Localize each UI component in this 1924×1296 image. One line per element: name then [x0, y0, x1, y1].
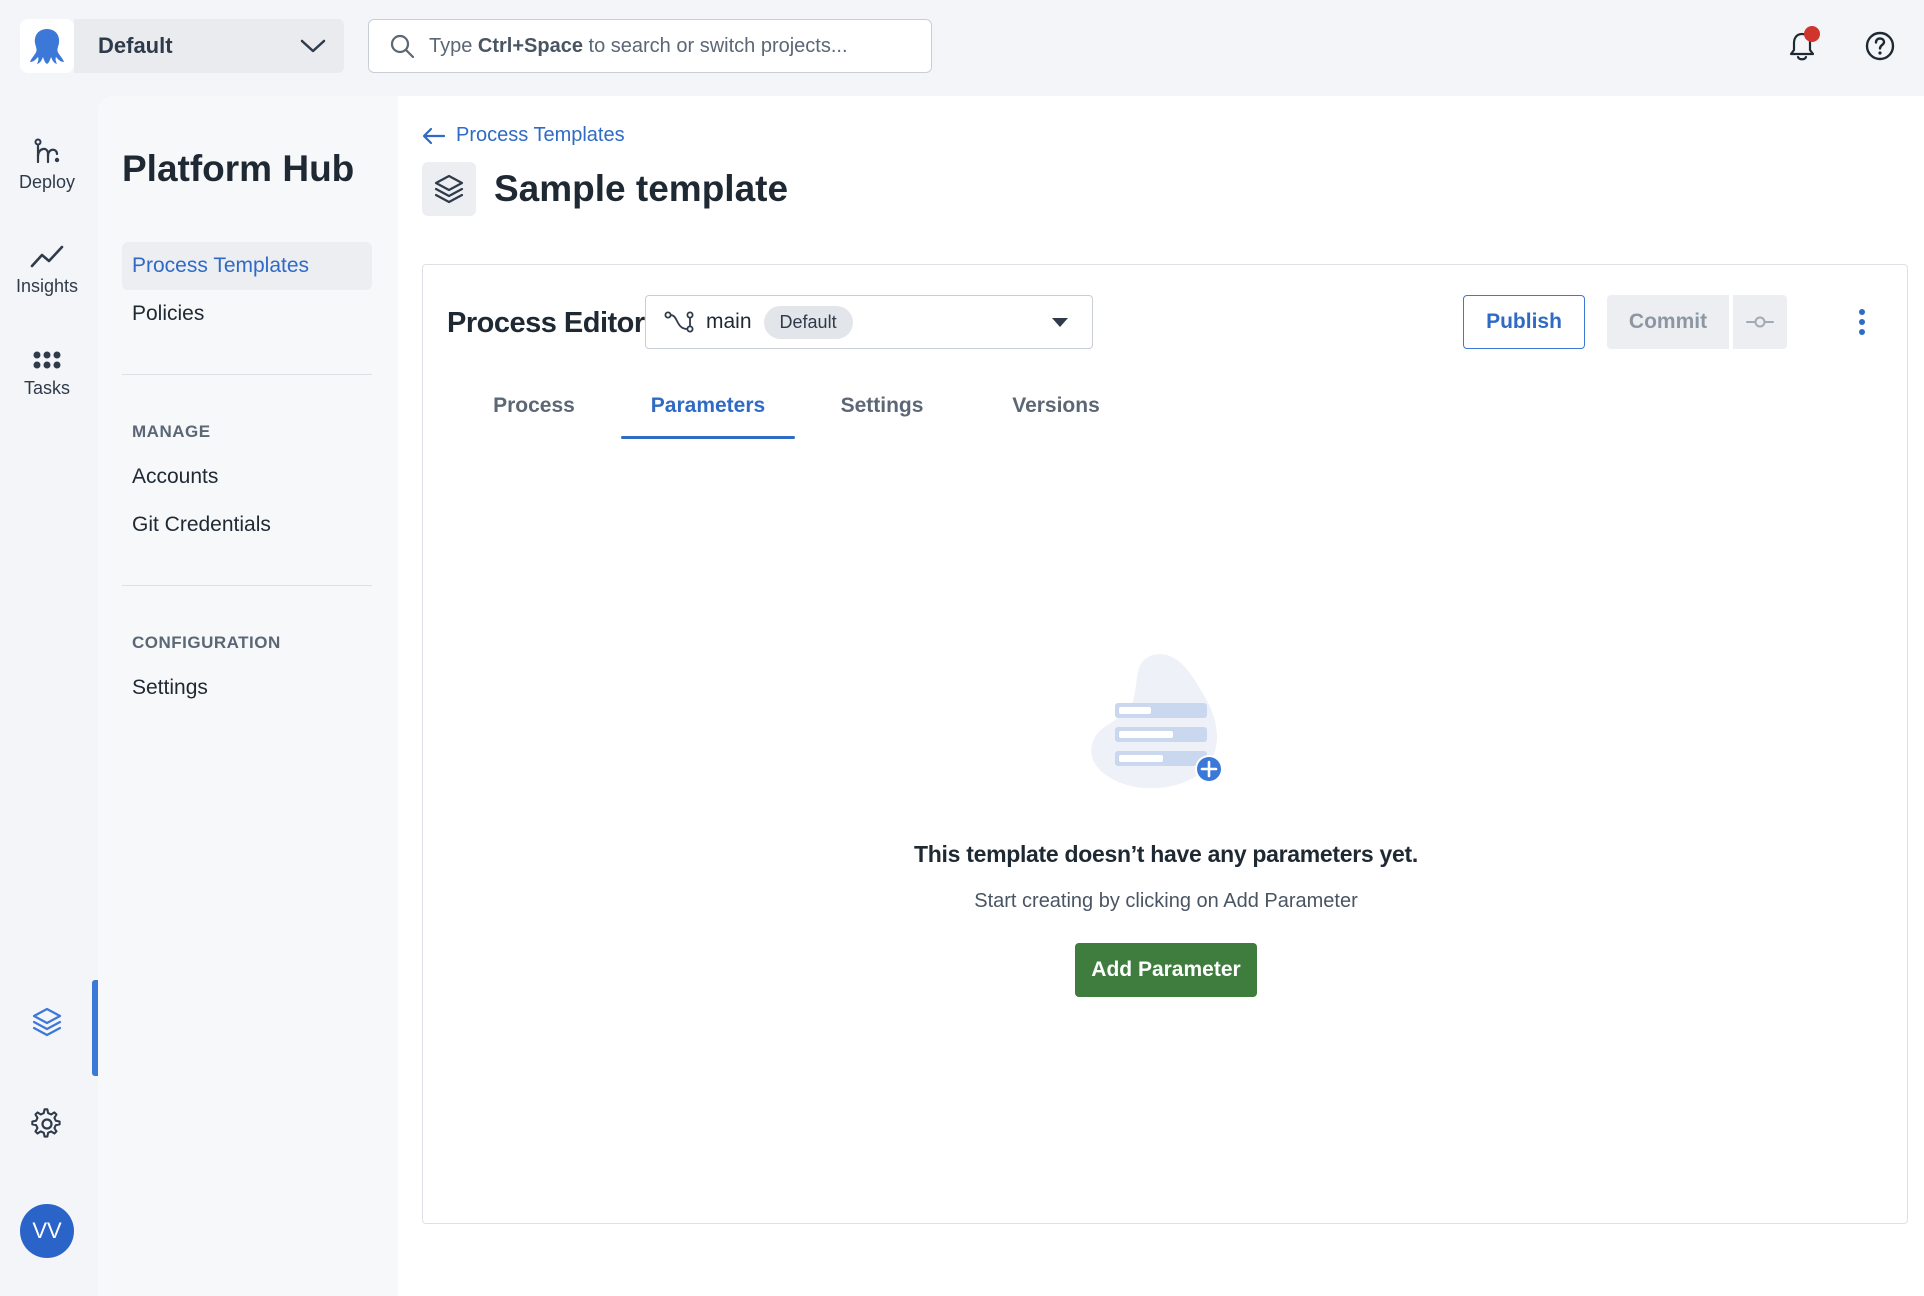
- caret-down-icon: [1052, 318, 1068, 327]
- deploy-icon: [34, 138, 60, 164]
- empty-state: This template doesn’t have any parameter…: [423, 645, 1909, 997]
- commit-options-button[interactable]: [1733, 295, 1787, 349]
- sidebar-title: Platform Hub: [122, 148, 355, 189]
- chevron-down-icon: [300, 39, 326, 53]
- empty-parameters-illustration: [1091, 654, 1223, 789]
- octopus-logo-icon[interactable]: [20, 19, 74, 73]
- tab-parameters[interactable]: Parameters: [621, 373, 795, 439]
- commit-button[interactable]: Commit: [1607, 295, 1729, 349]
- breadcrumb-link: Process Templates: [456, 124, 625, 146]
- notification-badge: [1804, 26, 1820, 42]
- help-button[interactable]: [1858, 24, 1902, 68]
- platform-hub-sidebar: Platform Hub Process Templates Policies …: [98, 96, 398, 1296]
- publish-button[interactable]: Publish: [1463, 295, 1585, 349]
- rail-item-platform-hub[interactable]: [0, 1006, 94, 1038]
- top-bar: Default Type Ctrl+Space to search or swi…: [0, 0, 1924, 96]
- editor-tabs: Process Parameters Settings Versions: [447, 373, 1143, 439]
- arrow-left-icon: [422, 127, 446, 144]
- breadcrumb[interactable]: Process Templates: [422, 124, 625, 147]
- sidebar-divider: [122, 374, 372, 375]
- empty-state-subtitle: Start creating by clicking on Add Parame…: [974, 890, 1358, 912]
- branch-name: main: [706, 310, 752, 333]
- left-rail: Deploy Insights Tasks VV: [0, 96, 98, 1296]
- branch-selector[interactable]: main Default: [645, 295, 1093, 349]
- space-selector[interactable]: Default: [74, 19, 344, 73]
- sidebar-section-configuration: CONFIGURATION: [132, 633, 281, 652]
- rail-label-deploy: Deploy: [18, 172, 76, 192]
- sidebar-item-settings[interactable]: Settings: [122, 664, 372, 712]
- rail-item-deploy[interactable]: Deploy: [0, 136, 94, 193]
- page-title: Sample template: [494, 168, 789, 209]
- commit-icon: [1746, 316, 1774, 328]
- more-options-button[interactable]: [1841, 301, 1883, 343]
- layers-icon: [32, 1007, 62, 1037]
- help-icon: [1865, 31, 1895, 61]
- rail-label-insights: Insights: [15, 276, 79, 296]
- rail-item-configuration[interactable]: [0, 1108, 94, 1140]
- tab-versions[interactable]: Versions: [969, 373, 1143, 439]
- add-parameter-button[interactable]: Add Parameter: [1075, 943, 1257, 997]
- tasks-icon: [33, 351, 61, 369]
- rail-label-tasks: Tasks: [23, 378, 70, 398]
- layers-icon: [434, 174, 464, 204]
- main-content: Process Templates Sample template Proces…: [398, 96, 1924, 1296]
- kebab-menu-icon: [1859, 309, 1865, 335]
- branch-default-badge: Default: [763, 305, 853, 339]
- notifications-button[interactable]: [1780, 24, 1824, 68]
- git-branch-icon: [664, 311, 694, 333]
- sidebar-divider: [122, 585, 372, 586]
- space-name: Default: [98, 33, 173, 58]
- search-icon: [390, 34, 415, 59]
- sidebar-item-git-credentials[interactable]: Git Credentials: [122, 501, 372, 549]
- rail-item-tasks[interactable]: Tasks: [0, 348, 94, 399]
- empty-state-title: This template doesn’t have any parameter…: [914, 841, 1418, 867]
- sidebar-item-accounts[interactable]: Accounts: [122, 453, 372, 501]
- search-placeholder: Type Ctrl+Space to search or switch proj…: [429, 34, 848, 57]
- avatar[interactable]: VV: [20, 1204, 74, 1258]
- search-input[interactable]: Type Ctrl+Space to search or switch proj…: [368, 19, 932, 73]
- process-editor-card: Process Editor main Default Publish Comm…: [422, 264, 1908, 1224]
- process-editor-title: Process Editor: [447, 307, 645, 339]
- insights-icon: [30, 245, 64, 268]
- sidebar-item-process-templates[interactable]: Process Templates: [122, 242, 372, 290]
- sidebar-item-policies[interactable]: Policies: [122, 290, 372, 338]
- tab-process[interactable]: Process: [447, 373, 621, 439]
- sidebar-section-manage: MANAGE: [132, 422, 211, 441]
- template-icon: [422, 162, 476, 216]
- gear-icon: [31, 1108, 61, 1138]
- tab-settings[interactable]: Settings: [795, 373, 969, 439]
- rail-item-insights[interactable]: Insights: [0, 242, 94, 297]
